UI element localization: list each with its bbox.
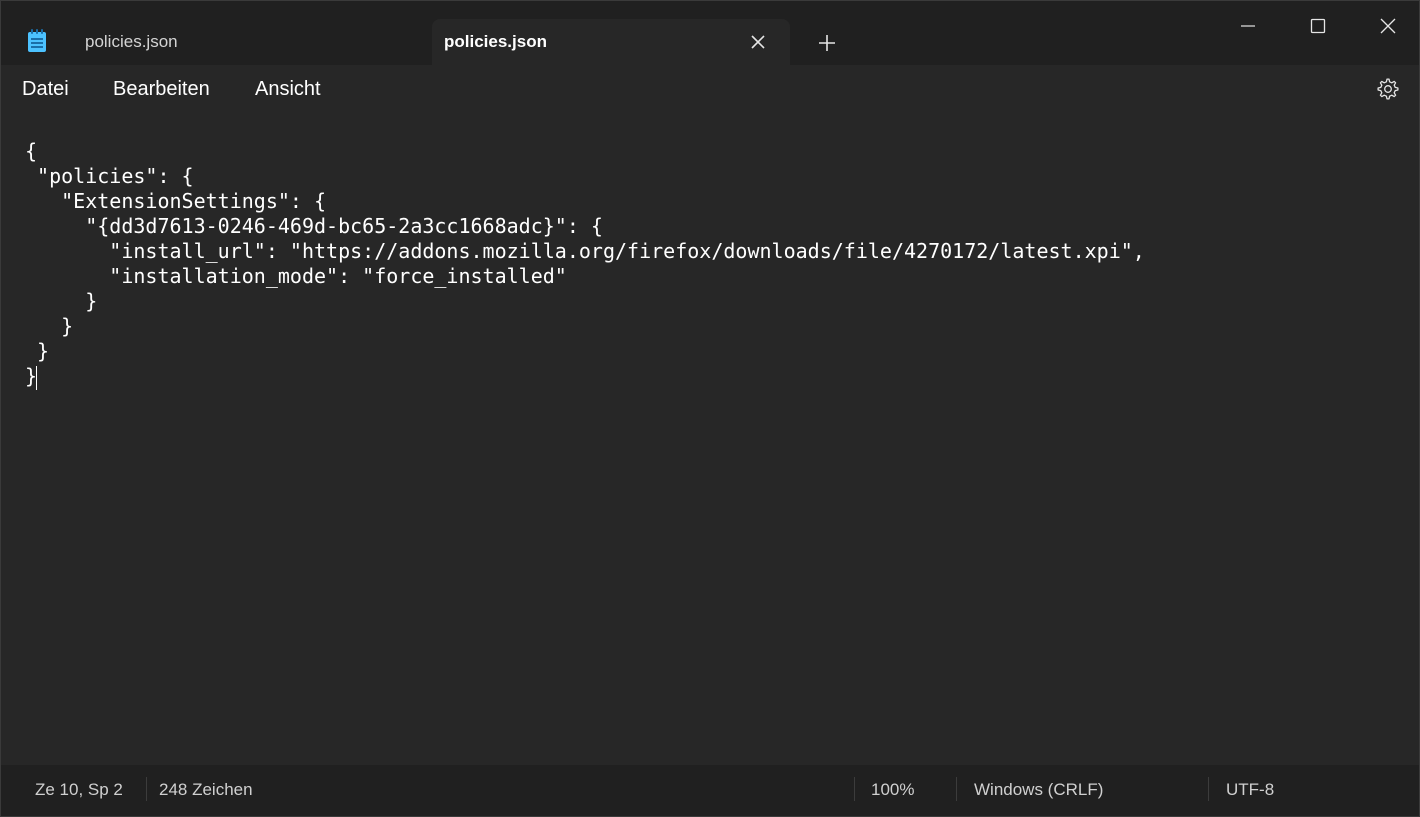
zoom-level[interactable]: 100%: [871, 780, 914, 800]
text-caret: [36, 366, 37, 390]
menu-bearbeiten[interactable]: Bearbeiten: [113, 78, 210, 101]
cursor-position: Ze 10, Sp 2: [35, 780, 123, 799]
encoding-selector[interactable]: UTF-8: [1226, 780, 1274, 800]
minimize-button[interactable]: [1213, 1, 1283, 51]
gear-icon[interactable]: [1376, 77, 1400, 101]
tab-label: policies.json: [444, 32, 547, 51]
character-count: 248 Zeichen: [159, 780, 253, 799]
status-bar: Ze 10, Sp 2 248 Zeichen 100% Windows (CR…: [1, 765, 1419, 816]
line-ending-selector[interactable]: Windows (CRLF): [974, 780, 1103, 800]
text-editor[interactable]: { "policies": { "ExtensionSettings": { "…: [1, 115, 1419, 765]
close-tab-icon[interactable]: [748, 32, 768, 52]
menu-datei[interactable]: Datei: [22, 78, 69, 101]
maximize-icon: [1310, 18, 1326, 34]
maximize-button[interactable]: [1283, 1, 1353, 51]
editor-content[interactable]: { "policies": { "ExtensionSettings": { "…: [25, 139, 1145, 389]
status-divider: [1208, 777, 1209, 801]
minimize-icon: [1241, 25, 1255, 27]
tab-label: policies.json: [85, 32, 178, 51]
tab-policies-json-active[interactable]: policies.json: [432, 19, 790, 65]
status-divider: [956, 777, 957, 801]
menu-ansicht[interactable]: Ansicht: [255, 78, 321, 101]
close-icon: [1380, 18, 1396, 34]
tab-policies-json-inactive[interactable]: policies.json: [61, 19, 431, 65]
menu-bar: Datei Bearbeiten Ansicht: [1, 65, 1419, 115]
close-window-button[interactable]: [1353, 1, 1419, 51]
notepad-icon: [27, 29, 47, 53]
status-divider: [146, 777, 147, 801]
plus-icon[interactable]: [813, 29, 841, 57]
title-bar: policies.json policies.json: [1, 1, 1419, 65]
notepad-window: policies.json policies.json Datei Bearbe…: [0, 0, 1420, 817]
status-divider: [854, 777, 855, 801]
